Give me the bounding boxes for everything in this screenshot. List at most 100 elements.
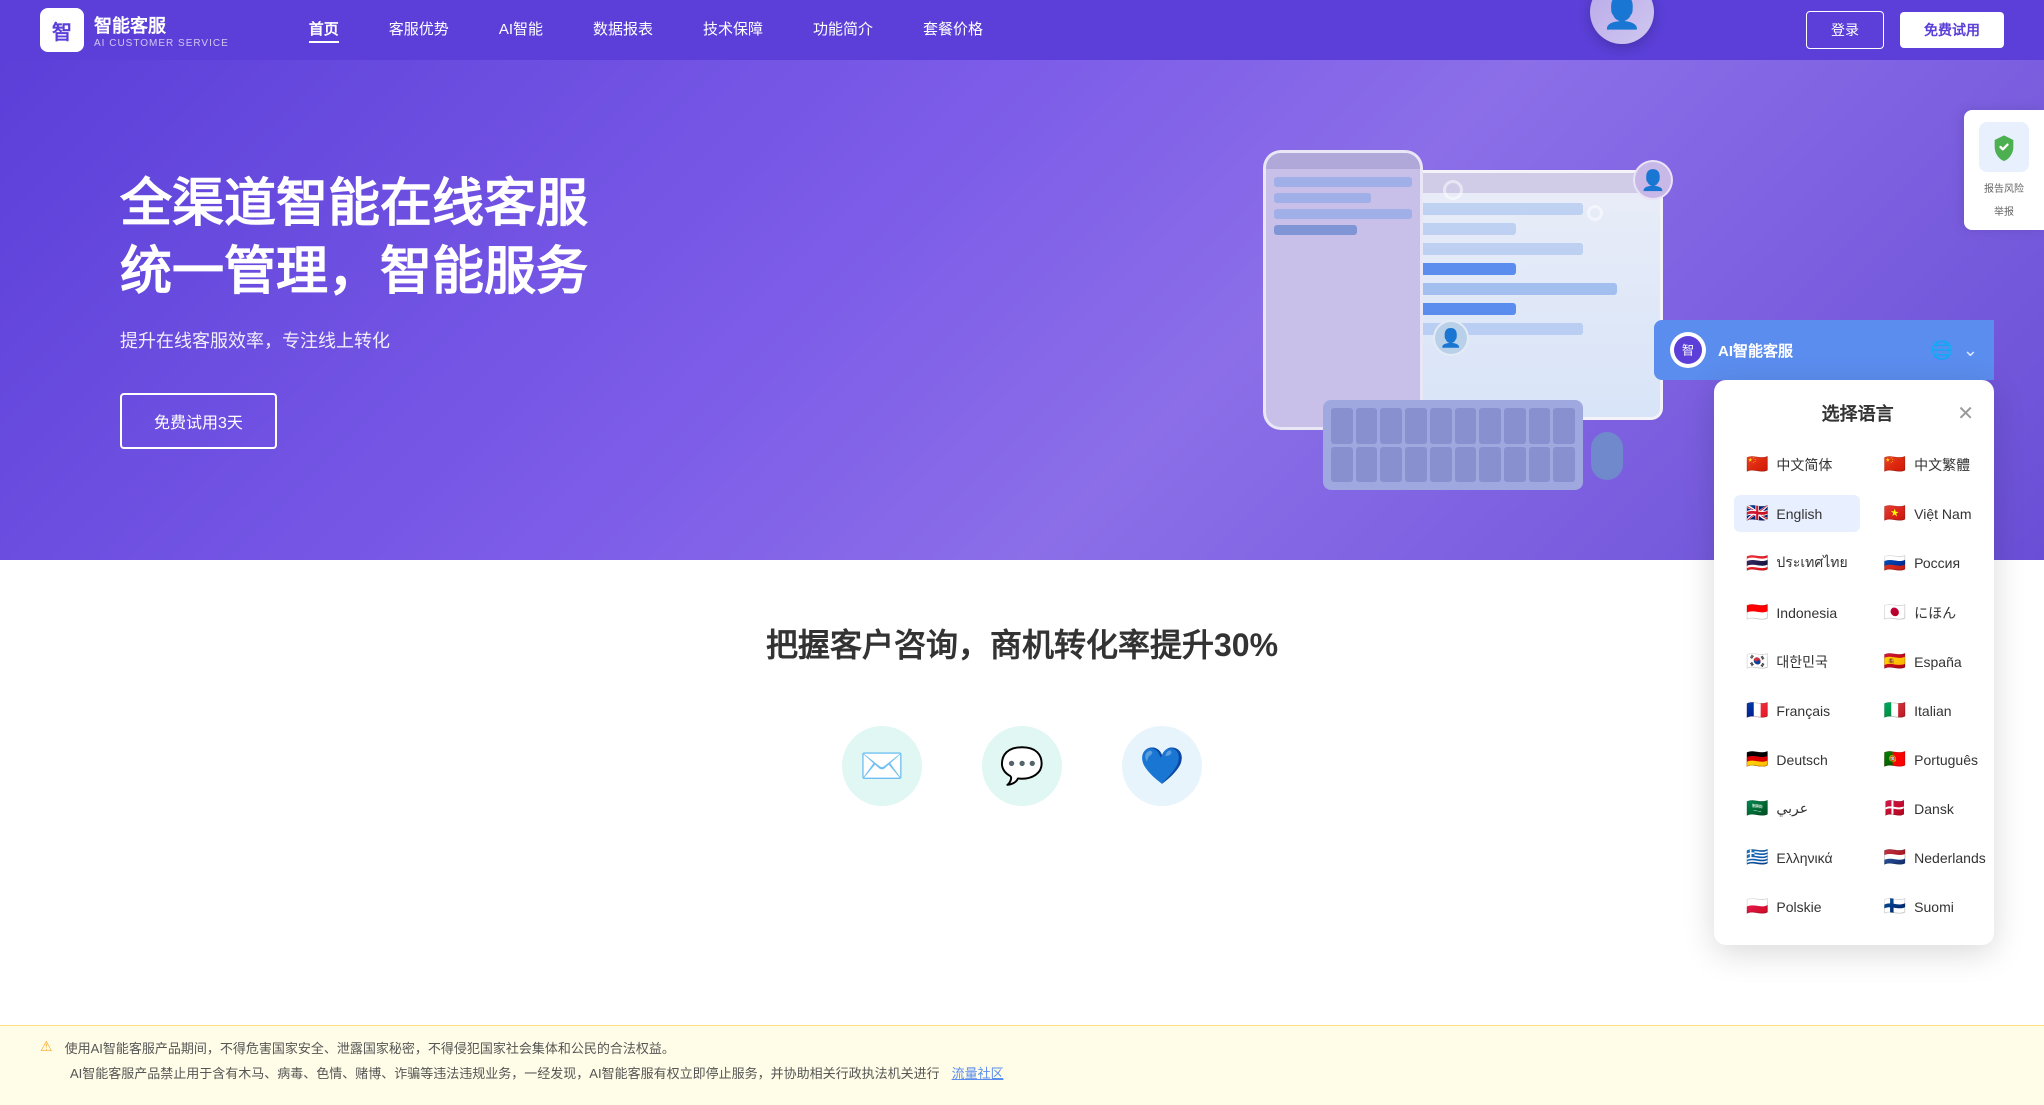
nav-item-pricing[interactable]: 套餐价格 (923, 18, 983, 43)
lang-italian[interactable]: 🇮🇹 Italian (1872, 692, 1998, 729)
lang-modal-title: 选择语言 (1758, 400, 1957, 426)
report-label: 报告风险 (1984, 180, 2024, 195)
shield-icon-widget (1979, 122, 2029, 172)
lang-close-button[interactable]: ✕ (1957, 401, 1974, 426)
it-label: Italian (1914, 703, 1951, 719)
main-nav: 首页 客服优势 AI智能 数据报表 技术保障 功能简介 套餐价格 (309, 18, 983, 43)
hero-content: 全渠道智能在线客服 统一管理，智能服务 提升在线客服效率，专注线上转化 免费试用… (120, 171, 1022, 448)
login-button[interactable]: 登录 (1806, 11, 1884, 49)
float-avatar-2: 👤 (1433, 320, 1469, 356)
hero-cta-button[interactable]: 免费试用3天 (120, 393, 277, 449)
lang-english[interactable]: 🇬🇧 English (1734, 495, 1860, 532)
dk-label: Dansk (1914, 801, 1954, 817)
icon-other: 💙 (1122, 726, 1202, 806)
mouse-mockup (1591, 432, 1623, 480)
float-circle-1 (1443, 180, 1463, 200)
indo-flag: 🇮🇩 (1746, 602, 1768, 623)
lang-japanese[interactable]: 🇯🇵 にほん (1872, 594, 1998, 631)
kr-flag: 🇰🇷 (1746, 651, 1768, 672)
navbar-actions: 登录 免费试用 (1806, 11, 2004, 49)
lang-danish[interactable]: 🇩🇰 Dansk (1872, 790, 1998, 827)
zh-trad-label: 中文繁體 (1914, 455, 1970, 475)
es-flag: 🇪🇸 (1884, 651, 1906, 672)
fi-flag: 🇫🇮 (1884, 896, 1906, 917)
lang-french[interactable]: 🇫🇷 Français (1734, 692, 1860, 729)
pl-flag: 🇵🇱 (1746, 896, 1768, 917)
de-label: Deutsch (1776, 752, 1827, 768)
free-trial-button[interactable]: 免费试用 (1900, 12, 2004, 48)
it-flag: 🇮🇹 (1884, 700, 1906, 721)
zh-simple-flag: 🇨🇳 (1746, 454, 1768, 475)
nav-item-home[interactable]: 首页 (309, 18, 339, 43)
lang-polish[interactable]: 🇵🇱 Polskie (1734, 888, 1860, 925)
brand-icon: 智 (40, 8, 84, 52)
lang-greek[interactable]: 🇬🇷 Ελληνικά (1734, 839, 1860, 876)
dk-flag: 🇩🇰 (1884, 798, 1906, 819)
globe-icon[interactable]: 🌐 (1930, 340, 1952, 361)
brand-logo[interactable]: 智 智能客服 AI CUSTOMER SERVICE (40, 8, 229, 52)
icon-email: ✉️ (842, 726, 922, 806)
lang-zh-trad[interactable]: 🇨🇳 中文繁體 (1872, 446, 1998, 483)
ar-label: عربي (1776, 800, 1808, 817)
hero-illustration-wrapper: 👤 👤 (1263, 150, 1683, 490)
lang-modal-header: 选择语言 ✕ (1734, 400, 1974, 426)
report-sub-label: 举报 (1994, 203, 2014, 218)
english-label: English (1776, 506, 1822, 522)
hero-title: 全渠道智能在线客服 统一管理，智能服务 (120, 171, 1022, 306)
es-label: España (1914, 654, 1961, 670)
russian-flag: 🇷🇺 (1884, 553, 1906, 574)
gr-label: Ελληνικά (1776, 850, 1832, 866)
viet-label: Việt Nam (1914, 506, 1971, 522)
brand-name: 智能客服 (94, 12, 229, 38)
nav-item-features[interactable]: 功能简介 (813, 18, 873, 43)
float-circle-2 (1587, 205, 1603, 221)
thai-label: ประเทศไทย (1776, 552, 1847, 574)
lang-russian[interactable]: 🇷🇺 Россия (1872, 544, 1998, 582)
lang-german[interactable]: 🇩🇪 Deutsch (1734, 741, 1860, 778)
brand-sub: AI CUSTOMER SERVICE (94, 38, 229, 49)
lang-spanish[interactable]: 🇪🇸 España (1872, 643, 1998, 680)
notice-text-1: 使用AI智能客服产品期间，不得危害国家安全、泄露国家秘密，不得侵犯国家社会集体和… (65, 1038, 675, 1057)
ar-flag: 🇸🇦 (1746, 798, 1768, 819)
keyboard-mockup (1323, 400, 1583, 490)
fr-flag: 🇫🇷 (1746, 700, 1768, 721)
chat-floating-avatar: 👤 (1590, 0, 1654, 44)
de-flag: 🇩🇪 (1746, 749, 1768, 770)
nl-label: Nederlands (1914, 850, 1986, 866)
chat-bar-actions: 🌐 ⌄ (1930, 340, 1978, 361)
chevron-down-icon[interactable]: ⌄ (1963, 340, 1978, 361)
lang-dutch[interactable]: 🇳🇱 Nederlands (1872, 839, 1998, 876)
notice-icon: ⚠ (40, 1038, 53, 1057)
community-link[interactable]: 流量社区 (952, 1063, 1004, 1082)
russian-label: Россия (1914, 555, 1960, 571)
nav-item-tech[interactable]: 技术保障 (703, 18, 763, 43)
nav-item-ai[interactable]: AI智能 (499, 18, 543, 43)
lang-grid: 🇨🇳 中文简体 🇨🇳 中文繁體 🇬🇧 English 🇻🇳 Việt Nam 🇹… (1734, 446, 1974, 925)
language-modal: 选择语言 ✕ 🇨🇳 中文简体 🇨🇳 中文繁體 🇬🇧 English 🇻🇳 Việ… (1714, 380, 1994, 945)
nav-item-advantage[interactable]: 客服优势 (389, 18, 449, 43)
lang-korean[interactable]: 🇰🇷 대한민국 (1734, 643, 1860, 680)
lang-portuguese[interactable]: 🇵🇹 Português (1872, 741, 1998, 778)
lang-thai[interactable]: 🇹🇭 ประเทศไทย (1734, 544, 1860, 582)
lang-indonesian[interactable]: 🇮🇩 Indonesia (1734, 594, 1860, 631)
fr-label: Français (1776, 703, 1830, 719)
pt-label: Português (1914, 752, 1978, 768)
kr-label: 대한민국 (1776, 652, 1828, 672)
lang-finnish[interactable]: 🇫🇮 Suomi (1872, 888, 1998, 925)
section2-icons: ✉️ 💬 💙 (842, 726, 1202, 806)
svg-text:智: 智 (1682, 342, 1694, 357)
notice-row-2: AI智能客服产品禁止用于含有木马、病毒、色情、赌博、诈骗等违法违规业务，一经发现… (40, 1063, 2004, 1082)
viet-flag: 🇻🇳 (1884, 503, 1906, 524)
lang-vietnamese[interactable]: 🇻🇳 Việt Nam (1872, 495, 1998, 532)
lang-arabic[interactable]: 🇸🇦 عربي (1734, 790, 1860, 827)
chat-bar[interactable]: 智 AI智能客服 🌐 ⌄ (1654, 320, 1994, 380)
chat-bar-title: AI智能客服 (1718, 340, 1793, 361)
pl-label: Polskie (1776, 899, 1821, 915)
jp-flag: 🇯🇵 (1884, 602, 1906, 623)
nav-item-data[interactable]: 数据报表 (593, 18, 653, 43)
side-widget: 报告风险 举报 (1964, 110, 2044, 230)
chat-bar-avatar: 智 (1670, 332, 1706, 368)
footer-notice: ⚠ 使用AI智能客服产品期间，不得危害国家安全、泄露国家秘密，不得侵犯国家社会集… (0, 1025, 2044, 1105)
lang-zh-simple[interactable]: 🇨🇳 中文简体 (1734, 446, 1860, 483)
icon-wechat: 💬 (982, 726, 1062, 806)
